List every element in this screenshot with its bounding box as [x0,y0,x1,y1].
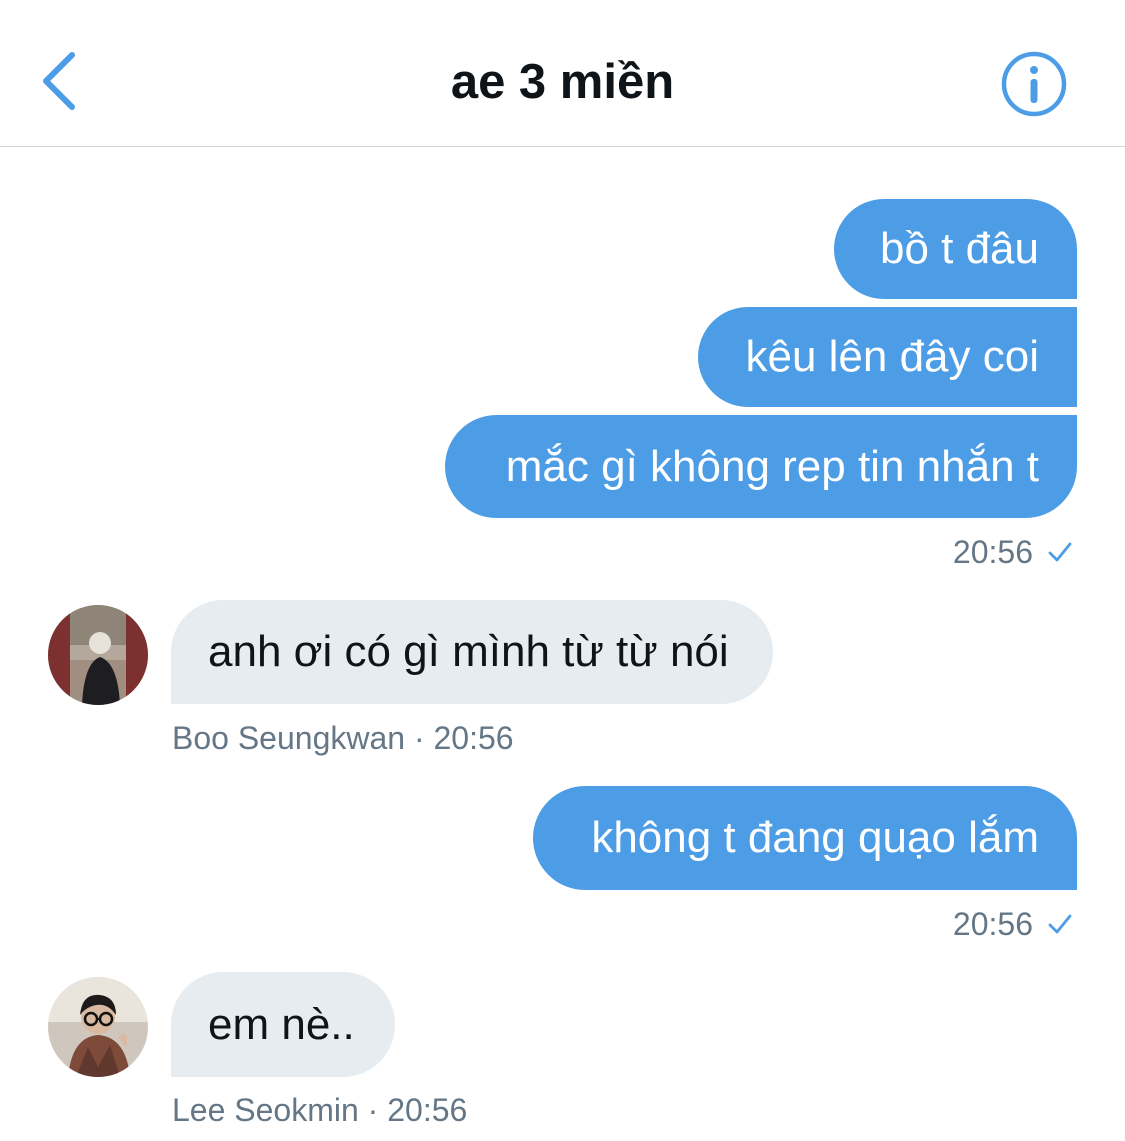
message-sender-time: Boo Seungkwan · 20:56 [172,720,514,756]
profile-photo [48,977,148,1077]
message-text: em nè.. [208,999,355,1049]
message-text: anh ơi có gì mình từ từ nói [208,627,729,676]
message-timestamp: 20:56 [953,904,1073,944]
info-button[interactable] [1000,50,1068,118]
avatar[interactable] [48,605,148,705]
outgoing-message[interactable]: mắc gì không rep tin nhắn t [445,415,1077,518]
outgoing-message[interactable]: bồ t đâu [834,199,1077,299]
message-text: mắc gì không rep tin nhắn t [505,441,1039,491]
outgoing-message[interactable]: không t đang quạo lắm [533,786,1077,890]
sent-check-icon [1048,542,1072,562]
message-sender-time: Lee Seokmin · 20:56 [172,1092,468,1128]
profile-photo [48,605,148,705]
incoming-message[interactable]: anh ơi có gì mình từ từ nói [171,600,773,704]
incoming-message[interactable]: em nè.. [171,972,395,1077]
outgoing-message[interactable]: kêu lên đây coi [698,307,1077,407]
message-text: không t đang quạo lắm [591,813,1039,862]
info-circle-icon [1001,51,1067,117]
message-text: kêu lên đây coi [745,332,1039,381]
avatar[interactable] [48,977,148,1077]
message-timestamp: 20:56 [953,532,1073,572]
sent-check-icon [1048,914,1072,934]
message-text: bồ t đâu [879,224,1039,273]
conversation-title: ae 3 miền [450,55,675,109]
chat-header: ae 3 miền [0,0,1125,147]
